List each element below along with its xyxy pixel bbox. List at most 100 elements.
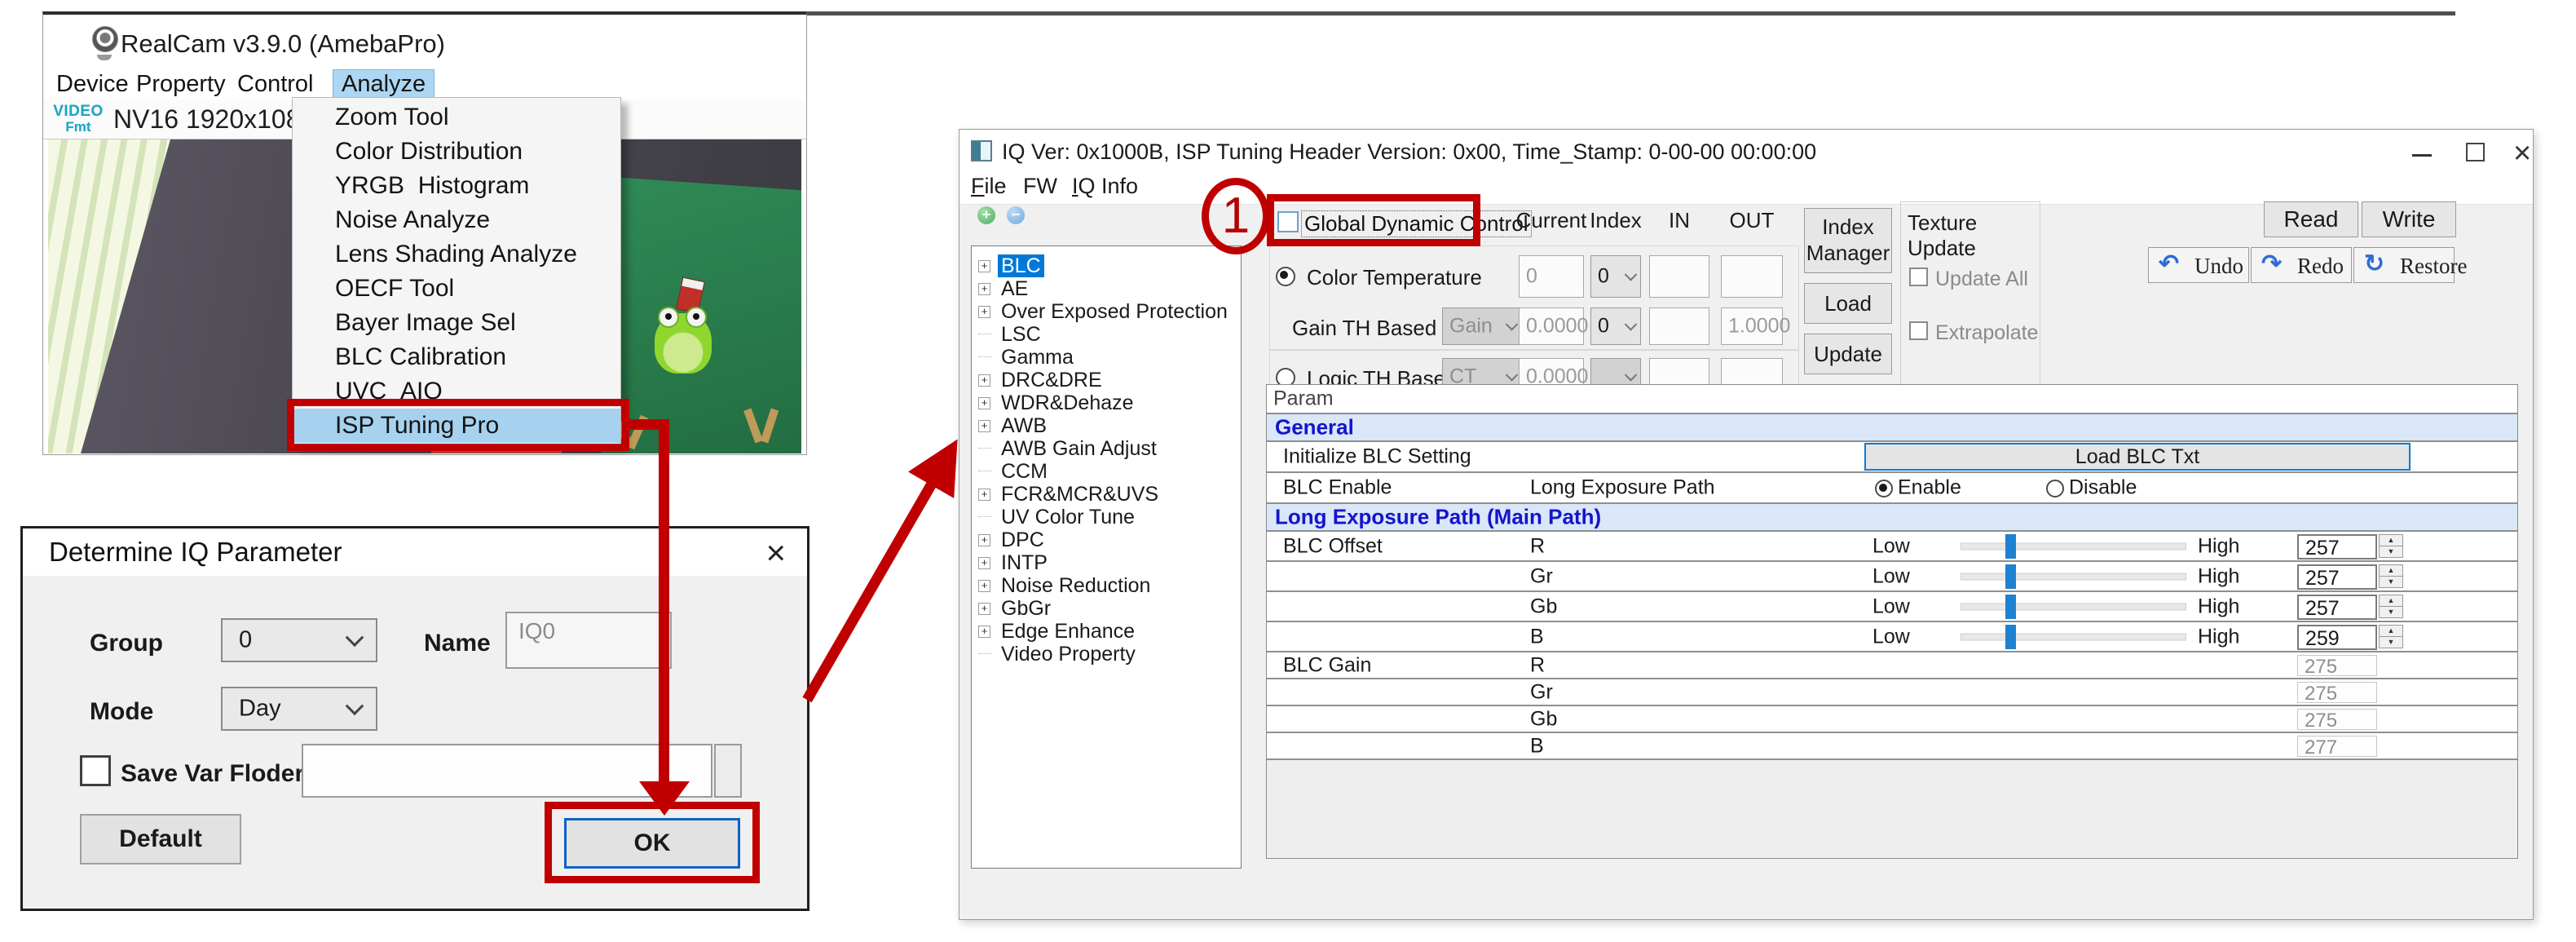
mode-dropdown[interactable]: Day bbox=[221, 687, 377, 731]
color-temperature-out-field[interactable] bbox=[1721, 255, 1783, 298]
tree-expand-icon[interactable]: + bbox=[978, 626, 990, 638]
color-temperature-in-field[interactable] bbox=[1649, 255, 1709, 298]
tree-item-video-property[interactable]: Video Property bbox=[972, 643, 1241, 666]
undo-button[interactable]: ↶ Undo bbox=[2148, 247, 2249, 283]
color-temperature-radio[interactable] bbox=[1276, 267, 1295, 286]
tree-expand-icon[interactable]: + bbox=[978, 374, 990, 387]
color-temperature-index-dropdown[interactable]: 0 bbox=[1590, 255, 1641, 298]
tree-item-edge-enhance[interactable]: +Edge Enhance bbox=[972, 620, 1241, 643]
spin-up-icon[interactable]: ▲ bbox=[2379, 534, 2403, 546]
tree-item-lsc[interactable]: LSC bbox=[972, 323, 1241, 346]
blc-enable-radio[interactable] bbox=[1875, 480, 1893, 498]
tree-expand-icon[interactable]: + bbox=[978, 580, 990, 592]
menubar-item-property[interactable]: Property bbox=[128, 70, 234, 98]
tree-item-intp[interactable]: +INTP bbox=[972, 551, 1241, 574]
browse-folder-button[interactable] bbox=[714, 744, 742, 798]
tree-expand-icon[interactable]: + bbox=[978, 260, 990, 272]
spin-up-icon[interactable]: ▲ bbox=[2379, 595, 2403, 607]
maximize-icon[interactable] bbox=[2466, 143, 2485, 161]
offset-slider-thumb[interactable] bbox=[2005, 534, 2016, 559]
tree-item-over-exposed-protection[interactable]: +Over Exposed Protection bbox=[972, 300, 1241, 323]
group-dropdown[interactable]: 0 bbox=[221, 618, 377, 662]
offset-value-field[interactable]: 259 bbox=[2297, 625, 2377, 650]
redo-button[interactable]: ↷ Redo bbox=[2251, 247, 2352, 283]
minimize-icon[interactable] bbox=[2412, 154, 2432, 157]
blc-disable-radio[interactable] bbox=[2046, 480, 2064, 498]
color-temperature-current-field[interactable]: 0 bbox=[1519, 255, 1584, 298]
close-icon[interactable]: × bbox=[2513, 136, 2531, 171]
update-button[interactable]: Update bbox=[1804, 334, 1892, 374]
offset-value-field[interactable]: 257 bbox=[2297, 564, 2377, 590]
tree-expand-icon[interactable]: + bbox=[978, 283, 990, 295]
tree-item-dpc[interactable]: +DPC bbox=[972, 528, 1241, 551]
update-all-checkbox[interactable] bbox=[1909, 268, 1928, 286]
tree-item-blc[interactable]: +BLC bbox=[972, 254, 1241, 277]
isp-menubar-item-fw[interactable]: FW bbox=[1023, 174, 1057, 199]
analyze-menu-item-color-distribution[interactable]: Color Distribution bbox=[293, 135, 620, 169]
tree-item-ccm[interactable]: CCM bbox=[972, 460, 1241, 483]
gain-th-index-dropdown[interactable]: 0 bbox=[1590, 307, 1641, 345]
spin-down-icon[interactable]: ▼ bbox=[2379, 636, 2403, 648]
isp-menubar-item-iq-info[interactable]: IQ Info bbox=[1072, 174, 1138, 199]
tree-expand-icon[interactable]: + bbox=[978, 489, 990, 501]
analyze-menu-item-noise-analyze[interactable]: Noise Analyze bbox=[293, 203, 620, 237]
write-button[interactable]: Write bbox=[2362, 201, 2456, 237]
analyze-menu-item-zoom-tool[interactable]: Zoom Tool bbox=[293, 100, 620, 135]
tree-item-awb-gain-adjust[interactable]: AWB Gain Adjust bbox=[972, 437, 1241, 460]
restore-button[interactable]: ↻ Restore bbox=[2353, 247, 2455, 283]
load-blc-txt-button[interactable]: Load BLC Txt bbox=[1864, 443, 2411, 471]
offset-slider-thumb[interactable] bbox=[2005, 625, 2016, 649]
tree-item-gamma[interactable]: Gamma bbox=[972, 346, 1241, 369]
tree-item-fcr-mcr-uvs[interactable]: +FCR&MCR&UVS bbox=[972, 483, 1241, 506]
analyze-menu-item-blc-calibration[interactable]: BLC Calibration bbox=[293, 340, 620, 374]
tree-expand-icon[interactable]: + bbox=[978, 420, 990, 432]
gain-th-basis-dropdown[interactable]: Gain bbox=[1442, 307, 1522, 345]
offset-value-field[interactable]: 257 bbox=[2297, 595, 2377, 620]
name-field[interactable]: IQ0 bbox=[505, 612, 672, 669]
spin-down-icon[interactable]: ▼ bbox=[2379, 606, 2403, 618]
gain-th-in-field[interactable] bbox=[1649, 307, 1709, 345]
analyze-menu-item-yrgb-histogram[interactable]: YRGB Histogram bbox=[293, 169, 620, 203]
tree-item-noise-reduction[interactable]: +Noise Reduction bbox=[972, 574, 1241, 597]
load-button[interactable]: Load bbox=[1804, 283, 1892, 324]
analyze-menu-item-lens-shading-analyze[interactable]: Lens Shading Analyze bbox=[293, 237, 620, 272]
offset-slider-thumb[interactable] bbox=[2005, 595, 2016, 619]
tree-expand-icon[interactable]: + bbox=[978, 557, 990, 569]
offset-value-field[interactable]: 257 bbox=[2297, 534, 2377, 559]
tree-expand-icon[interactable]: + bbox=[978, 397, 990, 409]
spin-down-icon[interactable]: ▼ bbox=[2379, 576, 2403, 588]
expand-all-icon[interactable]: + bbox=[977, 206, 995, 224]
ok-button[interactable]: OK bbox=[564, 818, 740, 869]
tree-item-awb[interactable]: +AWB bbox=[972, 414, 1241, 437]
collapse-all-icon[interactable]: − bbox=[1007, 206, 1025, 224]
menubar-item-device[interactable]: Device bbox=[48, 70, 137, 98]
spin-up-icon[interactable]: ▲ bbox=[2379, 625, 2403, 637]
tree-item-gbgr[interactable]: +GbGr bbox=[972, 597, 1241, 620]
menubar-item-control[interactable]: Control bbox=[229, 70, 322, 98]
close-icon[interactable]: × bbox=[765, 533, 786, 573]
tree-item-drc-dre[interactable]: +DRC&DRE bbox=[972, 369, 1241, 391]
tree-expand-icon[interactable]: + bbox=[978, 603, 990, 615]
isp-menubar-item-file[interactable]: File bbox=[971, 174, 1007, 199]
offset-slider-track[interactable] bbox=[1961, 633, 2186, 640]
spin-down-icon[interactable]: ▼ bbox=[2379, 546, 2403, 558]
save-var-folder-checkbox[interactable] bbox=[80, 755, 111, 786]
menubar-item-analyze[interactable]: Analyze bbox=[333, 70, 434, 98]
analyze-menu-item-bayer-image-sel[interactable]: Bayer Image Sel bbox=[293, 306, 620, 340]
read-button[interactable]: Read bbox=[2264, 201, 2358, 237]
gain-th-out-field[interactable]: 1.0000 bbox=[1721, 307, 1783, 345]
tree-item-uv-color-tune[interactable]: UV Color Tune bbox=[972, 506, 1241, 528]
offset-slider-thumb[interactable] bbox=[2005, 564, 2016, 589]
offset-slider-track[interactable] bbox=[1961, 573, 2186, 580]
offset-slider-track[interactable] bbox=[1961, 603, 2186, 610]
analyze-menu-item-oecf-tool[interactable]: OECF Tool bbox=[293, 272, 620, 306]
extrapolate-checkbox[interactable] bbox=[1909, 321, 1928, 340]
spin-up-icon[interactable]: ▲ bbox=[2379, 564, 2403, 577]
tree-item-ae[interactable]: +AE bbox=[972, 277, 1241, 300]
tree-expand-icon[interactable]: + bbox=[978, 306, 990, 318]
index-manager-button[interactable]: Index Manager bbox=[1804, 208, 1892, 273]
gain-th-current-field[interactable]: 0.0000 bbox=[1519, 307, 1584, 345]
default-button[interactable]: Default bbox=[80, 814, 241, 865]
offset-slider-track[interactable] bbox=[1961, 542, 2186, 550]
tree-expand-icon[interactable]: + bbox=[978, 534, 990, 546]
